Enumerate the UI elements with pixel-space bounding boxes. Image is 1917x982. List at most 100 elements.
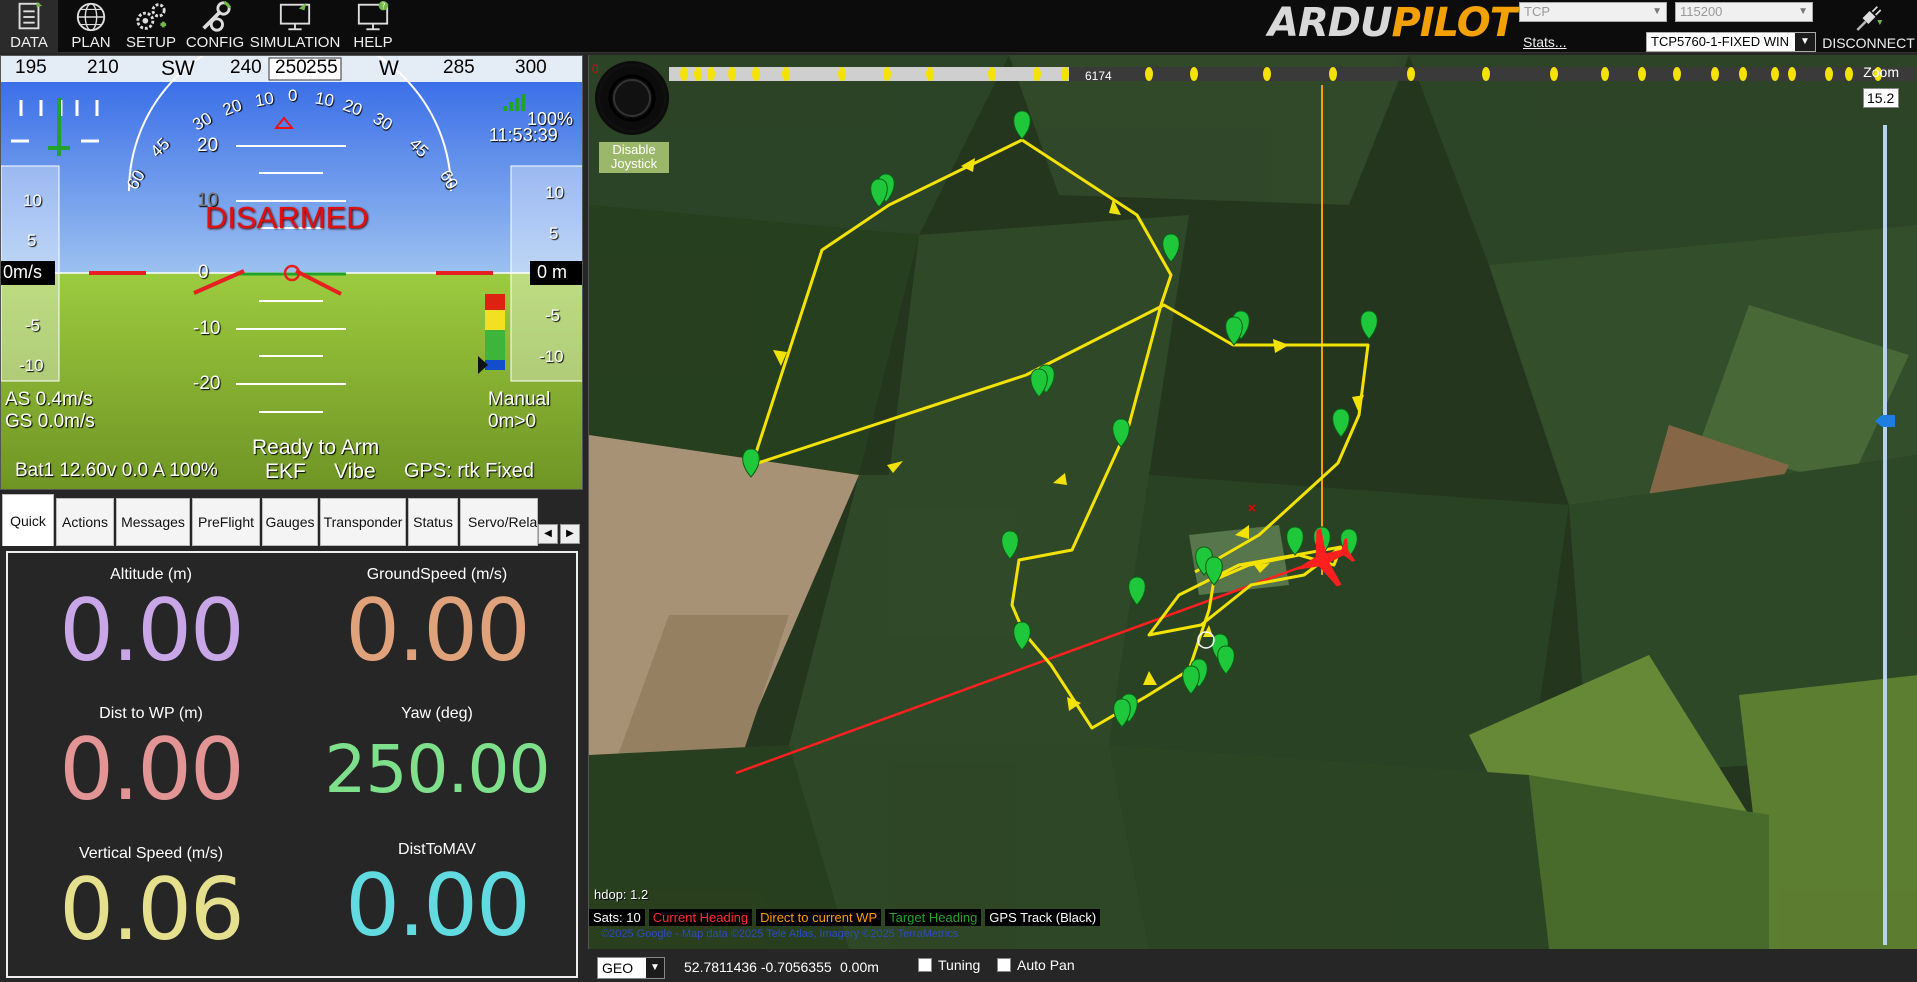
altitude-value: 0 m xyxy=(537,262,568,282)
alt-scale-label: -10 xyxy=(539,347,564,366)
roll-label: 10 xyxy=(313,88,336,111)
tab-quick[interactable]: Quick xyxy=(2,494,54,546)
distance-marker-label: 6174 xyxy=(1085,69,1112,83)
heading-tick: 300 xyxy=(515,57,547,78)
disconnect-button[interactable]: DISCONNECT xyxy=(1820,0,1917,53)
quick-value: 0.00 xyxy=(59,720,244,820)
pitch-label: 20 xyxy=(197,135,219,156)
alt-scale-label: 10 xyxy=(545,183,564,202)
menu-data-button[interactable]: DATA xyxy=(0,0,58,53)
menu-plan-button[interactable]: PLAN xyxy=(62,0,120,53)
flight-mode: Manual xyxy=(488,389,551,410)
vehicle-select[interactable]: TCP5760-1-FIXED WIN ▼ xyxy=(1646,32,1816,52)
plan-globe-icon xyxy=(76,2,106,32)
menu-config-button[interactable]: CONFIG xyxy=(182,0,248,53)
alt-to-wp: 0m>0 xyxy=(488,411,537,432)
battery-status: Bat1 12.60v 0.0 A 100% xyxy=(15,460,218,481)
tuning-checkbox[interactable]: Tuning xyxy=(918,957,980,973)
speed-scale-label: -10 xyxy=(19,356,44,375)
connection-type-select[interactable]: TCP ▼ xyxy=(1519,2,1667,22)
speed-scale-label: -5 xyxy=(25,316,41,335)
heading-tick: 285 xyxy=(443,57,475,78)
joystick-widget[interactable] xyxy=(595,61,669,135)
satellite-map[interactable]: 0 6174 xyxy=(589,55,1917,949)
quick-cell-altitude[interactable]: Altitude (m) 0.00 xyxy=(8,564,294,676)
tab-preflight[interactable]: PreFlight xyxy=(192,498,260,546)
map-status-bar: GEO ▼ 52.7811436 -0.7056355 0.00m Tuning … xyxy=(588,951,1917,982)
tab-bar: Quick Actions Messages PreFlight Gauges … xyxy=(0,494,583,550)
svg-text:?: ? xyxy=(382,2,386,11)
tab-messages[interactable]: Messages xyxy=(116,498,190,546)
clock-time: 11:53:39 xyxy=(489,125,558,145)
tab-transponder[interactable]: Transponder xyxy=(320,498,406,546)
legend-gps-track: GPS Track (Black) xyxy=(985,908,1101,926)
menu-help-button[interactable]: ? HELP xyxy=(342,0,404,53)
speed-scale-label: 5 xyxy=(27,231,37,250)
quick-label: Yaw (deg) xyxy=(401,705,473,722)
quick-value: 0.00 xyxy=(59,581,244,681)
auto-pan-checkbox[interactable]: Auto Pan xyxy=(997,957,1075,973)
quick-cell-dist-to-wp[interactable]: Dist to WP (m) 0.00 xyxy=(8,703,294,815)
heading-tick: 255 xyxy=(306,57,338,78)
quick-value: 0.00 xyxy=(345,856,530,956)
config-wrench-icon xyxy=(202,0,232,32)
quick-cell-groundspeed[interactable]: GroundSpeed (m/s) 0.00 xyxy=(294,564,580,676)
coordinate-mode-select[interactable]: GEO ▼ xyxy=(597,957,665,979)
farm-fields xyxy=(589,55,1917,949)
heading-tick: SW xyxy=(161,57,195,80)
cursor-coordinates: 52.7811436 -0.7056355 xyxy=(684,959,832,975)
baud-rate-select[interactable]: 115200 ▼ xyxy=(1675,2,1813,22)
menu-simulation-button[interactable]: SIMULATION xyxy=(250,0,340,53)
legend-current-heading: Current Heading xyxy=(648,908,753,926)
quick-cell-yaw[interactable]: Yaw (deg) 250.00 xyxy=(294,703,580,815)
tab-actions[interactable]: Actions xyxy=(56,498,114,546)
tab-scroll-right-button[interactable]: ▶ xyxy=(560,524,580,544)
alt-scale-label: -5 xyxy=(545,306,561,325)
cursor-altitude: 0.00m xyxy=(840,959,879,975)
chevron-down-icon: ▼ xyxy=(646,958,664,978)
map-panel[interactable]: 0 6174 Disable Joystick Zoom 15.2 hdop: … xyxy=(588,55,1917,949)
tab-status[interactable]: Status xyxy=(408,498,458,546)
heading-tick: 240 xyxy=(230,57,262,78)
legend-direct-to-wp: Direct to current WP xyxy=(756,908,882,926)
pitch-label: -20 xyxy=(193,373,221,394)
alt-scale-label: 5 xyxy=(549,224,559,243)
hud-panel: 195 210 SW 240 250 255 W 285 300 60 45 3… xyxy=(0,55,583,490)
menu-setup-button[interactable]: SETUP xyxy=(122,0,180,53)
vibe-status-button[interactable]: Vibe xyxy=(334,460,376,484)
joystick-icon xyxy=(598,64,666,132)
heading-tick: 195 xyxy=(15,57,47,78)
ekf-status-button[interactable]: EKF xyxy=(265,460,306,484)
legend-target-heading: Target Heading xyxy=(885,908,982,926)
quick-panel: Altitude (m) 0.00 GroundSpeed (m/s) 0.00… xyxy=(6,551,578,978)
quick-value: 0.00 xyxy=(345,581,530,681)
quick-cell-vertical-speed[interactable]: Vertical Speed (m/s) 0.06 xyxy=(8,843,294,955)
speed-scale-label: 10 xyxy=(23,191,42,210)
groundspeed-readout: GS 0.0m/s xyxy=(5,411,95,432)
legend-sats: Sats: 10 xyxy=(589,908,645,926)
zoom-level-input[interactable]: 15.2 xyxy=(1863,88,1899,108)
chevron-down-icon: ▼ xyxy=(1652,6,1662,17)
airspeed-readout: AS 0.4m/s xyxy=(5,389,93,410)
heading-current: 250 xyxy=(275,57,307,78)
quick-cell-dist-to-mav[interactable]: DistToMAV 0.00 xyxy=(294,839,580,951)
roll-label: 10 xyxy=(253,88,276,111)
pitch-label: -10 xyxy=(193,318,221,339)
quick-value: 250.00 xyxy=(324,731,551,808)
data-icon xyxy=(18,1,43,30)
map-legend: Sats: 10 Current Heading Direct to curre… xyxy=(589,907,1104,927)
simulation-monitor-icon xyxy=(279,2,311,31)
tab-scroll-left-button[interactable]: ◀ xyxy=(538,524,558,544)
top-menu-bar: DATA PLAN SETUP CONFIG SIMULATION ? HELP… xyxy=(0,0,1917,53)
setup-gears-icon xyxy=(136,3,167,30)
map-copyright: ©2025 Google - Map data ©2025 Tele Atlas… xyxy=(601,928,959,940)
help-monitor-icon: ? xyxy=(357,0,389,31)
zoom-slider-track[interactable] xyxy=(1883,125,1887,945)
tab-servo-relay[interactable]: Servo/Relay xyxy=(460,498,538,546)
zoom-label: Zoom xyxy=(1863,64,1899,80)
armed-status-label: DISARMED xyxy=(205,200,369,235)
stats-link[interactable]: Stats... xyxy=(1523,34,1567,50)
chevron-down-icon: ▼ xyxy=(1795,33,1815,51)
disable-joystick-button[interactable]: Disable Joystick xyxy=(599,142,669,173)
tab-gauges[interactable]: Gauges xyxy=(262,498,318,546)
